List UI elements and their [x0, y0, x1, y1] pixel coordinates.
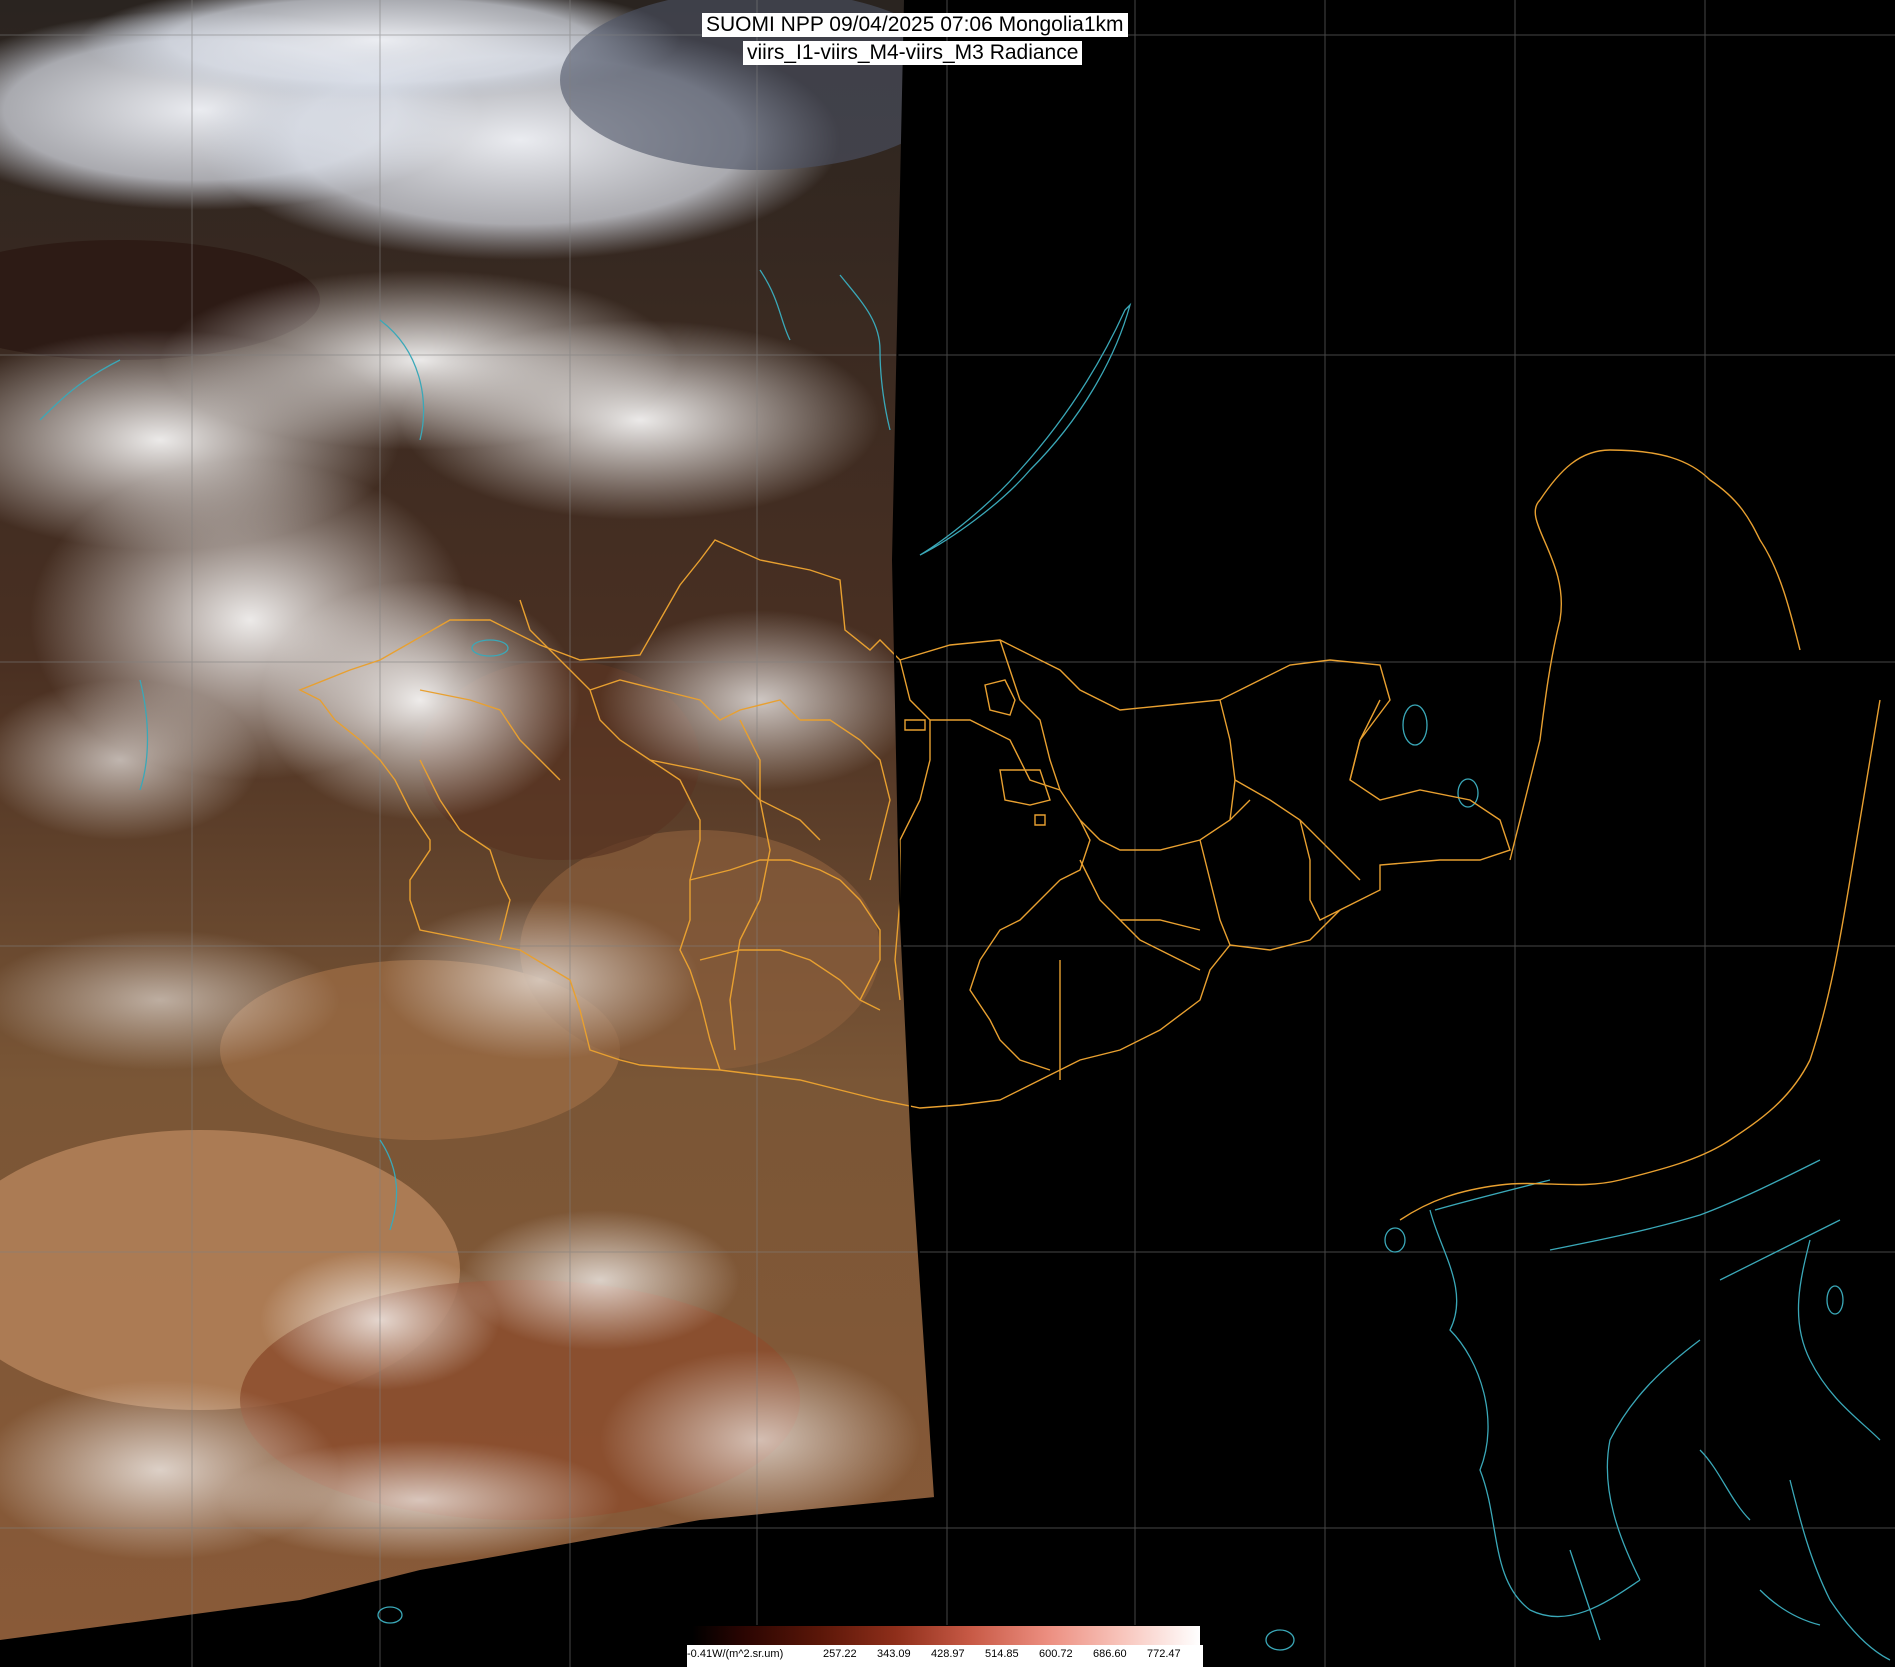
title-satellite-pass: SUOMI NPP 09/04/2025 07:06 Mongolia1km [702, 13, 1128, 37]
swath-imagery [0, 0, 935, 1640]
colorbar-label: 772.47 [1147, 1648, 1181, 1660]
colorbar-label: 514.85 [985, 1648, 1019, 1660]
title-bands: viirs_I1-viirs_M4-viirs_M3 Radiance [743, 41, 1083, 65]
colorbar: -0.41W/(m^2.sr.um) 257.22 343.09 428.97 … [687, 1625, 1203, 1667]
colorbar-labels: -0.41W/(m^2.sr.um) 257.22 343.09 428.97 … [687, 1645, 1203, 1667]
colorbar-label: 257.22 [823, 1648, 857, 1660]
colorbar-label: 428.97 [931, 1648, 965, 1660]
colorbar-gradient [691, 1625, 1201, 1647]
colorbar-label: 343.09 [877, 1648, 911, 1660]
colorbar-label: -0.41W/(m^2.sr.um) [687, 1648, 784, 1660]
colorbar-label: 686.60 [1093, 1648, 1127, 1660]
satellite-map [0, 0, 1895, 1667]
colorbar-label: 600.72 [1039, 1648, 1073, 1660]
satellite-image-viewer: SUOMI NPP 09/04/2025 07:06 Mongolia1km v… [0, 0, 1895, 1667]
